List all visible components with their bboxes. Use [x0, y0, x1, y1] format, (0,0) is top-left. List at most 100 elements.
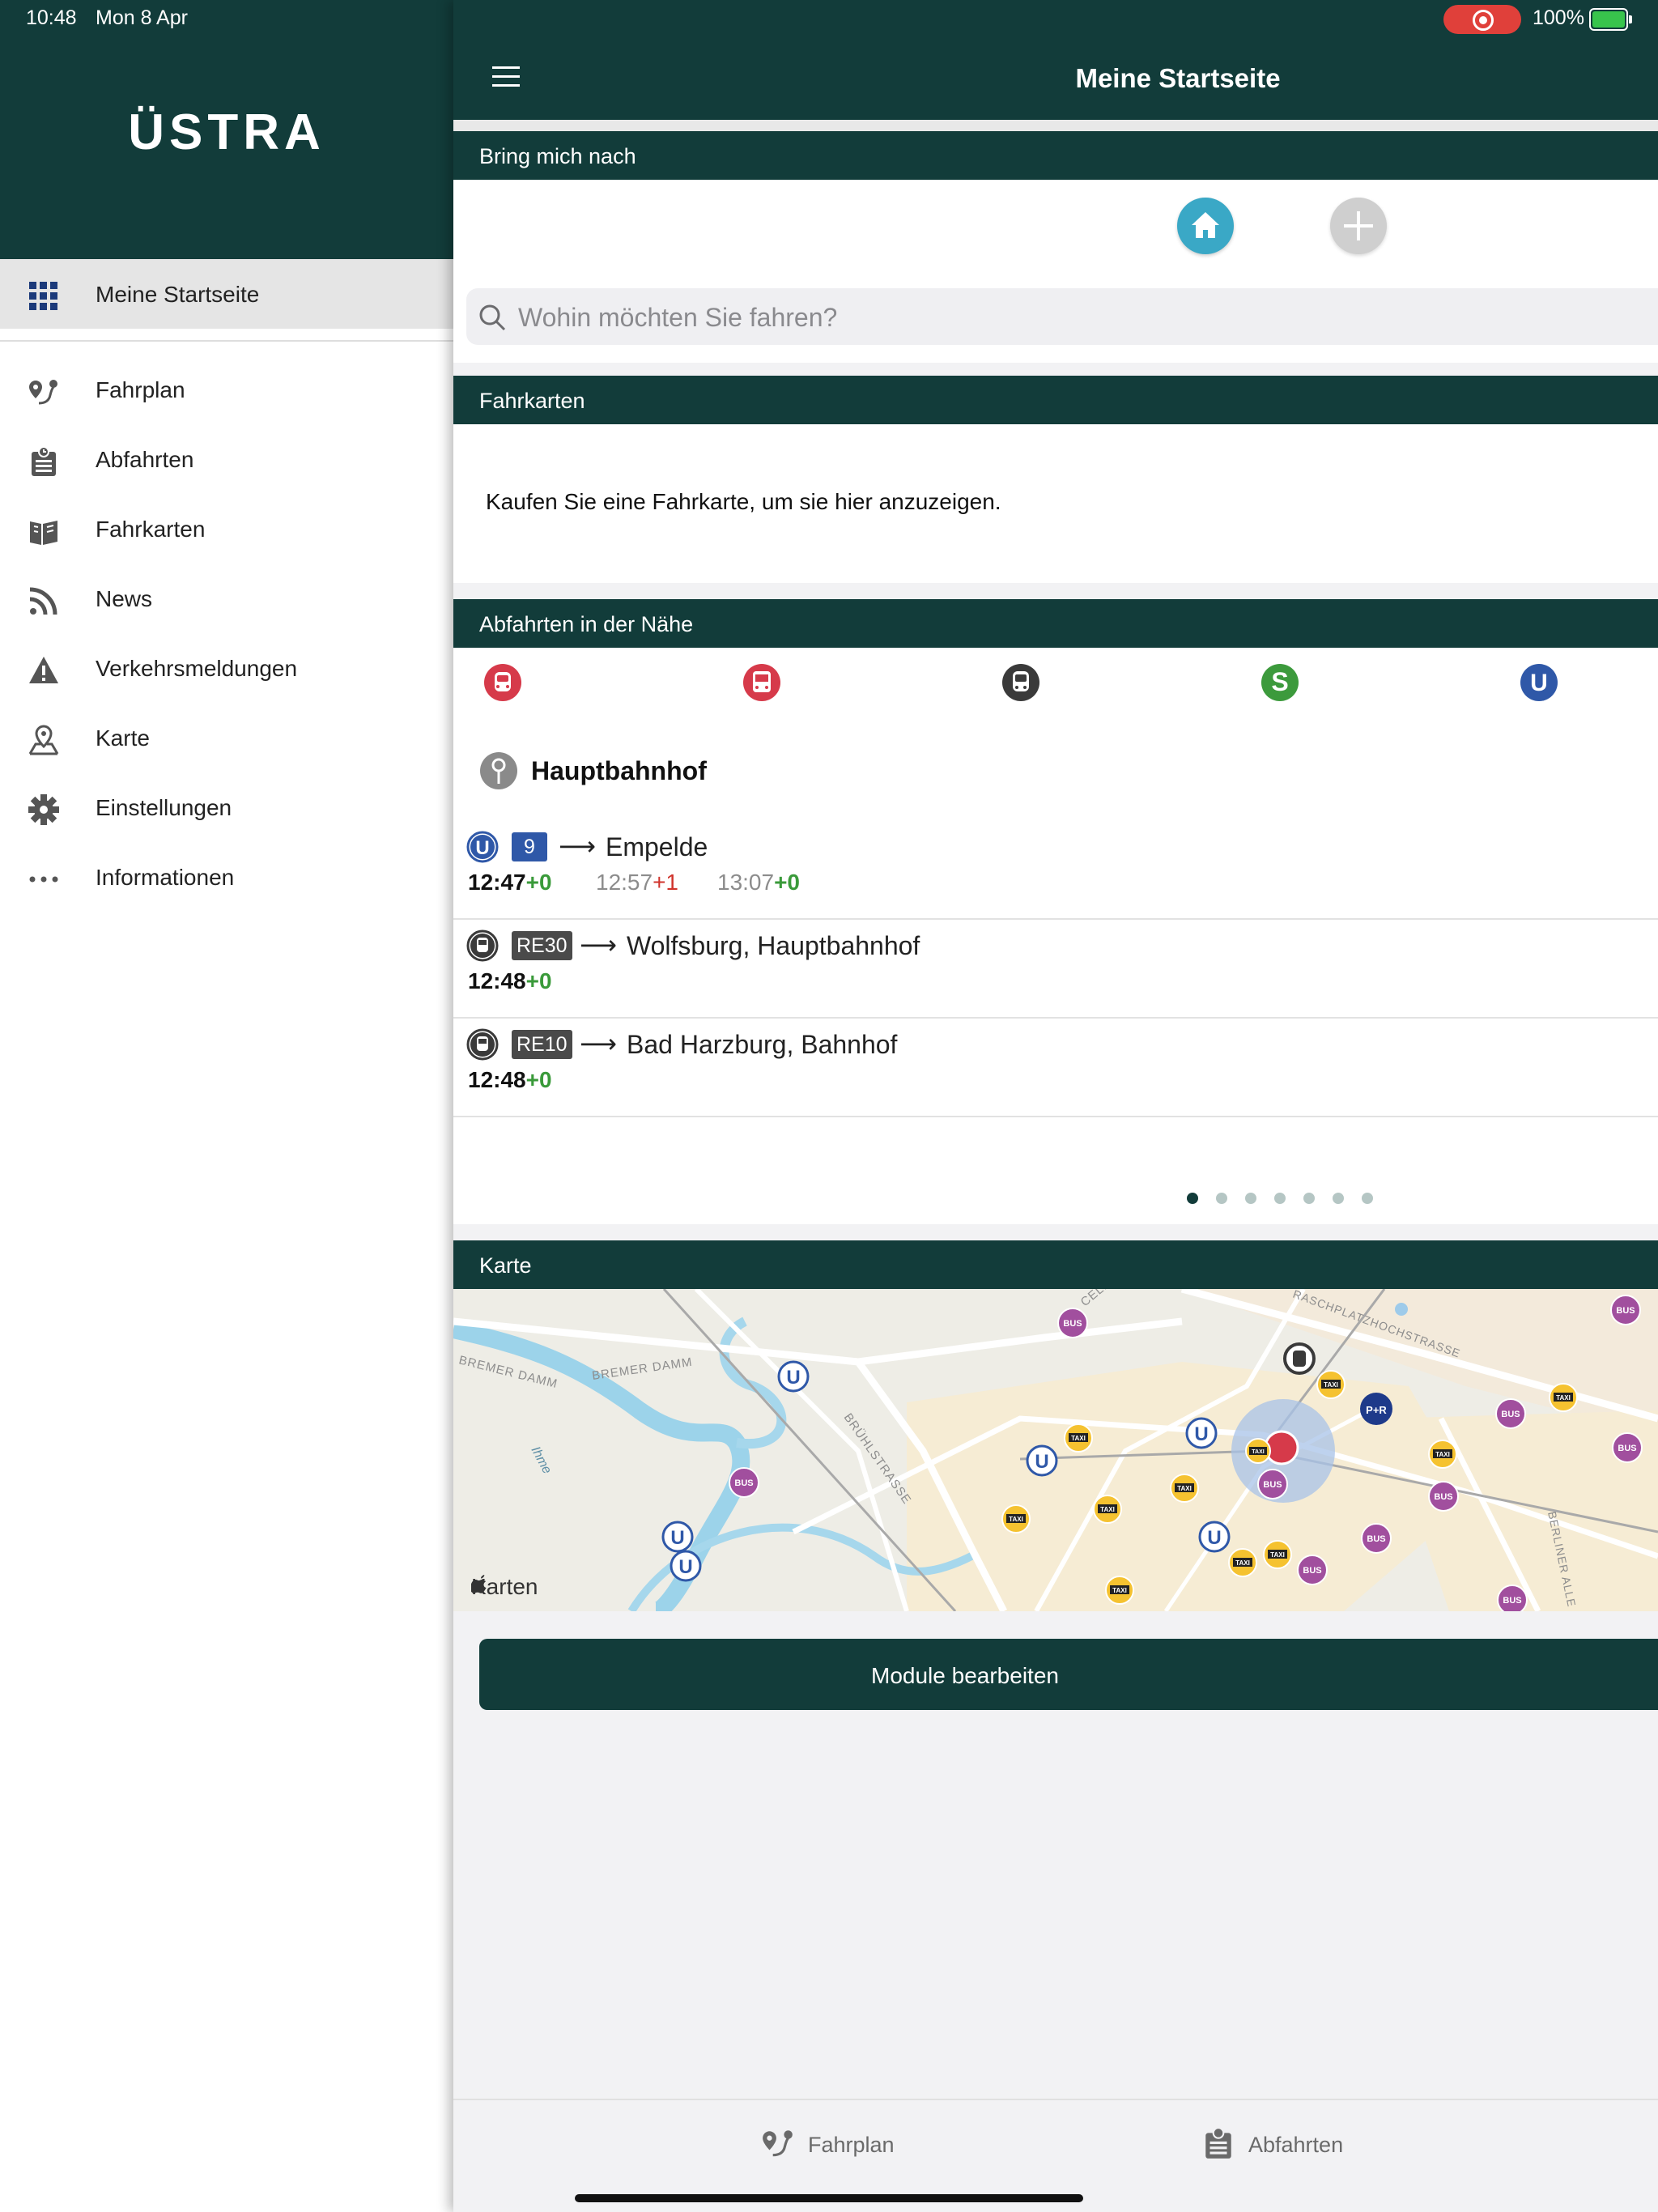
u-bahn-marker[interactable]: U — [777, 1360, 810, 1393]
add-favorite-button[interactable] — [1330, 198, 1387, 254]
svg-text:BUS: BUS — [1503, 1596, 1521, 1606]
bus-marker[interactable]: BUS — [1361, 1523, 1392, 1554]
search-input[interactable] — [517, 298, 1572, 337]
sidebar-item-einstellungen[interactable]: Einstellungen — [0, 772, 453, 842]
u-bahn-marker[interactable]: U — [670, 1550, 702, 1582]
svg-text:U: U — [1035, 1451, 1048, 1473]
u-bahn-icon[interactable]: U — [1519, 662, 1559, 703]
tab-label: Abfahrten — [1248, 2133, 1344, 2157]
svg-text:BUS: BUS — [1616, 1306, 1635, 1316]
bus-marker[interactable]: BUS — [1612, 1432, 1643, 1463]
page-dot[interactable] — [1187, 1193, 1198, 1204]
bus-marker[interactable]: BUS — [1297, 1555, 1328, 1585]
sidebar-item-fahrplan[interactable]: Fahrplan — [0, 355, 453, 424]
taxi-marker[interactable]: TAXI — [1245, 1438, 1271, 1464]
regional-train-icon[interactable] — [742, 662, 782, 703]
departure-row[interactable]: U 9 ⟶ Empelde 12:47+0 12:57+1 13:07+0 — [453, 819, 1658, 920]
page-dot[interactable] — [1362, 1193, 1373, 1204]
section-header-abfahrten-in-der-naehe: Abfahrten in der Nähe — [453, 599, 1658, 648]
sidebar-item-news[interactable]: News — [0, 564, 453, 633]
sidebar-item-label: Fahrkarten — [96, 517, 206, 542]
departure-row[interactable]: RE30 ⟶ Wolfsburg, Hauptbahnhof 12:48+0 — [453, 918, 1658, 1019]
plus-icon — [1344, 211, 1373, 240]
departure-row[interactable]: RE10 ⟶ Bad Harzburg, Bahnhof 12:48+0 — [453, 1017, 1658, 1117]
page-dot[interactable] — [1274, 1193, 1286, 1204]
svg-text:TAXI: TAXI — [1177, 1485, 1192, 1492]
u-bahn-marker[interactable]: U — [1198, 1521, 1231, 1553]
favorite-home-button[interactable] — [1177, 198, 1234, 254]
line-badge: RE30 — [512, 931, 572, 960]
train-marker[interactable] — [1283, 1342, 1316, 1375]
status-bar: 10:48 Mon 8 Apr 100% — [0, 0, 1658, 39]
grid-icon — [29, 282, 57, 310]
u-bahn-marker[interactable]: U — [1185, 1417, 1218, 1449]
menu-icon[interactable] — [492, 66, 520, 87]
taxi-marker[interactable]: TAXI — [1170, 1474, 1199, 1503]
route-pin-icon — [763, 2130, 793, 2157]
departure-time: 12:57+1 — [596, 870, 679, 895]
svg-text:TAXI: TAXI — [1435, 1451, 1450, 1458]
sidebar: ÜSTRA Meine Startseite Fahrplan Abfahrte… — [0, 0, 453, 2212]
bus-marker[interactable]: BUS — [1257, 1469, 1288, 1499]
s-bahn-icon[interactable]: S — [1260, 662, 1300, 703]
svg-text:U: U — [1194, 1423, 1208, 1445]
train-icon[interactable] — [1001, 662, 1041, 703]
bus-marker[interactable]: BUS — [729, 1467, 759, 1498]
sidebar-item-fahrkarten[interactable]: Fahrkarten — [0, 494, 453, 564]
svg-text:TAXI: TAXI — [1252, 1449, 1264, 1455]
destination-search[interactable] — [466, 288, 1658, 345]
map-preview[interactable]: BREMER DAMM BREMER DAMM BRÜHLSTRASSE Ihm… — [453, 1289, 1658, 1611]
page-dot[interactable] — [1216, 1193, 1227, 1204]
svg-text:S: S — [1271, 667, 1288, 696]
map-label: CELLE — [1078, 1289, 1120, 1309]
svg-text:TAXI: TAXI — [1112, 1587, 1127, 1594]
taxi-marker[interactable]: TAXI — [1001, 1504, 1031, 1534]
brand-logo: ÜSTRA — [128, 104, 325, 160]
bottom-tab-bar: Fahrplan Abfahrten — [453, 2099, 1658, 2212]
page-dot[interactable] — [1245, 1193, 1256, 1204]
edit-modules-label: Module bearbeiten — [871, 1663, 1059, 1688]
u-bahn-marker[interactable]: U — [661, 1521, 694, 1553]
tram-icon[interactable] — [483, 662, 523, 703]
svg-text:U: U — [670, 1527, 684, 1549]
sidebar-item-meine-startseite[interactable]: Meine Startseite — [0, 259, 453, 329]
sidebar-item-verkehrsmeldungen[interactable]: Verkehrsmeldungen — [0, 633, 453, 703]
svg-text:TAXI: TAXI — [1556, 1394, 1571, 1402]
train-icon — [466, 929, 499, 962]
taxi-marker[interactable]: TAXI — [1105, 1576, 1134, 1605]
svg-text:U: U — [786, 1367, 800, 1389]
section-title: Fahrkarten — [479, 389, 585, 413]
sidebar-item-informationen[interactable]: Informationen — [0, 842, 453, 912]
battery-icon — [1589, 8, 1632, 31]
svg-text:U: U — [1207, 1527, 1221, 1549]
map-pin-icon — [28, 725, 59, 755]
edit-modules-button[interactable]: Module bearbeiten — [479, 1639, 1658, 1710]
bus-marker[interactable]: BUS — [1610, 1295, 1641, 1325]
bus-marker[interactable]: BUS — [1495, 1398, 1526, 1429]
bus-marker[interactable]: BUS — [1428, 1481, 1459, 1512]
svg-text:U: U — [1530, 670, 1548, 696]
svg-text:TAXI: TAXI — [1235, 1559, 1250, 1567]
home-indicator[interactable] — [575, 2194, 1083, 2202]
taxi-marker[interactable]: TAXI — [1549, 1383, 1578, 1412]
taxi-marker[interactable]: TAXI — [1064, 1423, 1093, 1453]
bus-marker[interactable]: BUS — [1497, 1585, 1528, 1611]
bus-marker[interactable]: BUS — [1057, 1308, 1088, 1338]
taxi-marker[interactable]: TAXI — [1093, 1495, 1122, 1524]
svg-text:TAXI: TAXI — [1100, 1506, 1115, 1513]
svg-text:BUS: BUS — [1618, 1444, 1636, 1453]
page-dot[interactable] — [1303, 1193, 1315, 1204]
taxi-marker[interactable]: TAXI — [1263, 1540, 1292, 1569]
park-and-ride-marker[interactable]: P+R — [1360, 1393, 1392, 1425]
maps-attribution[interactable]: Karten — [471, 1574, 538, 1600]
sidebar-item-abfahrten[interactable]: Abfahrten — [0, 424, 453, 494]
taxi-marker[interactable]: TAXI — [1428, 1440, 1457, 1469]
screen-recording-indicator[interactable] — [1443, 5, 1521, 34]
u-bahn-marker[interactable]: U — [1026, 1444, 1058, 1477]
taxi-marker[interactable]: TAXI — [1316, 1370, 1346, 1399]
page-dot[interactable] — [1333, 1193, 1344, 1204]
taxi-marker[interactable]: TAXI — [1228, 1548, 1257, 1577]
departure-time: 12:48+0 — [468, 1067, 552, 1092]
sidebar-item-karte[interactable]: Karte — [0, 703, 453, 772]
line-badge: RE10 — [512, 1030, 572, 1059]
